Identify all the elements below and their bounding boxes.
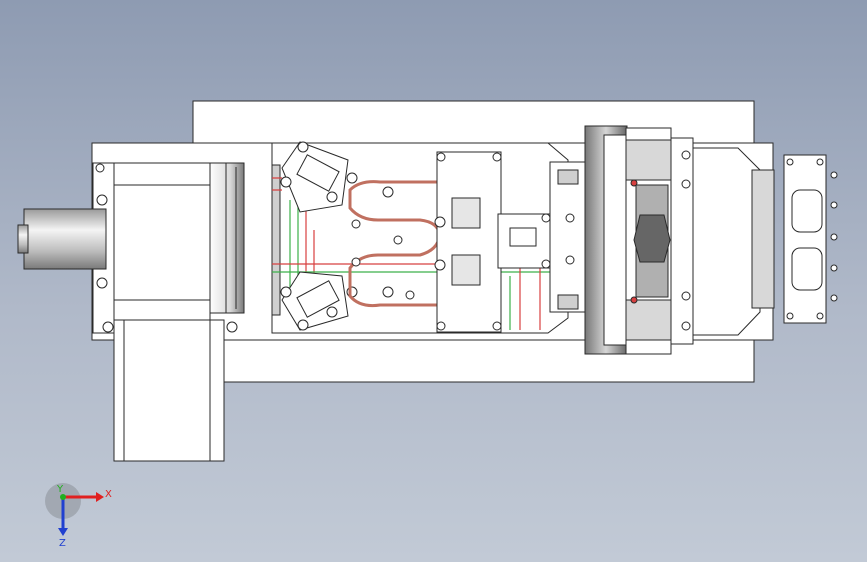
rotary-clamp-assembly[interactable] xyxy=(584,125,775,355)
y-axis-label: Y xyxy=(56,484,64,495)
bolt-icon xyxy=(96,277,108,289)
coordinate-triad: X Y Z xyxy=(45,483,112,549)
motor-body-lower[interactable] xyxy=(113,319,225,462)
center-clamp-block[interactable] xyxy=(434,151,502,333)
motor-assembly[interactable] xyxy=(17,162,245,462)
cylinder-motor[interactable] xyxy=(23,208,107,270)
central-fixture[interactable] xyxy=(271,141,569,334)
x-axis-label: X xyxy=(105,489,112,500)
gearbox-housing[interactable] xyxy=(113,162,211,322)
bolt-icon xyxy=(226,321,238,333)
bolt-icon xyxy=(96,194,108,206)
end-flange-plate[interactable] xyxy=(783,154,838,324)
bolt-icon xyxy=(95,163,105,173)
cad-viewport[interactable]: X Y Z xyxy=(0,0,867,562)
motor-shaft-cap[interactable] xyxy=(17,224,29,254)
z-axis-label: Z xyxy=(59,538,66,549)
motor-flange[interactable] xyxy=(209,162,245,314)
side-valve[interactable] xyxy=(497,213,553,269)
bolt-icon xyxy=(102,321,114,333)
